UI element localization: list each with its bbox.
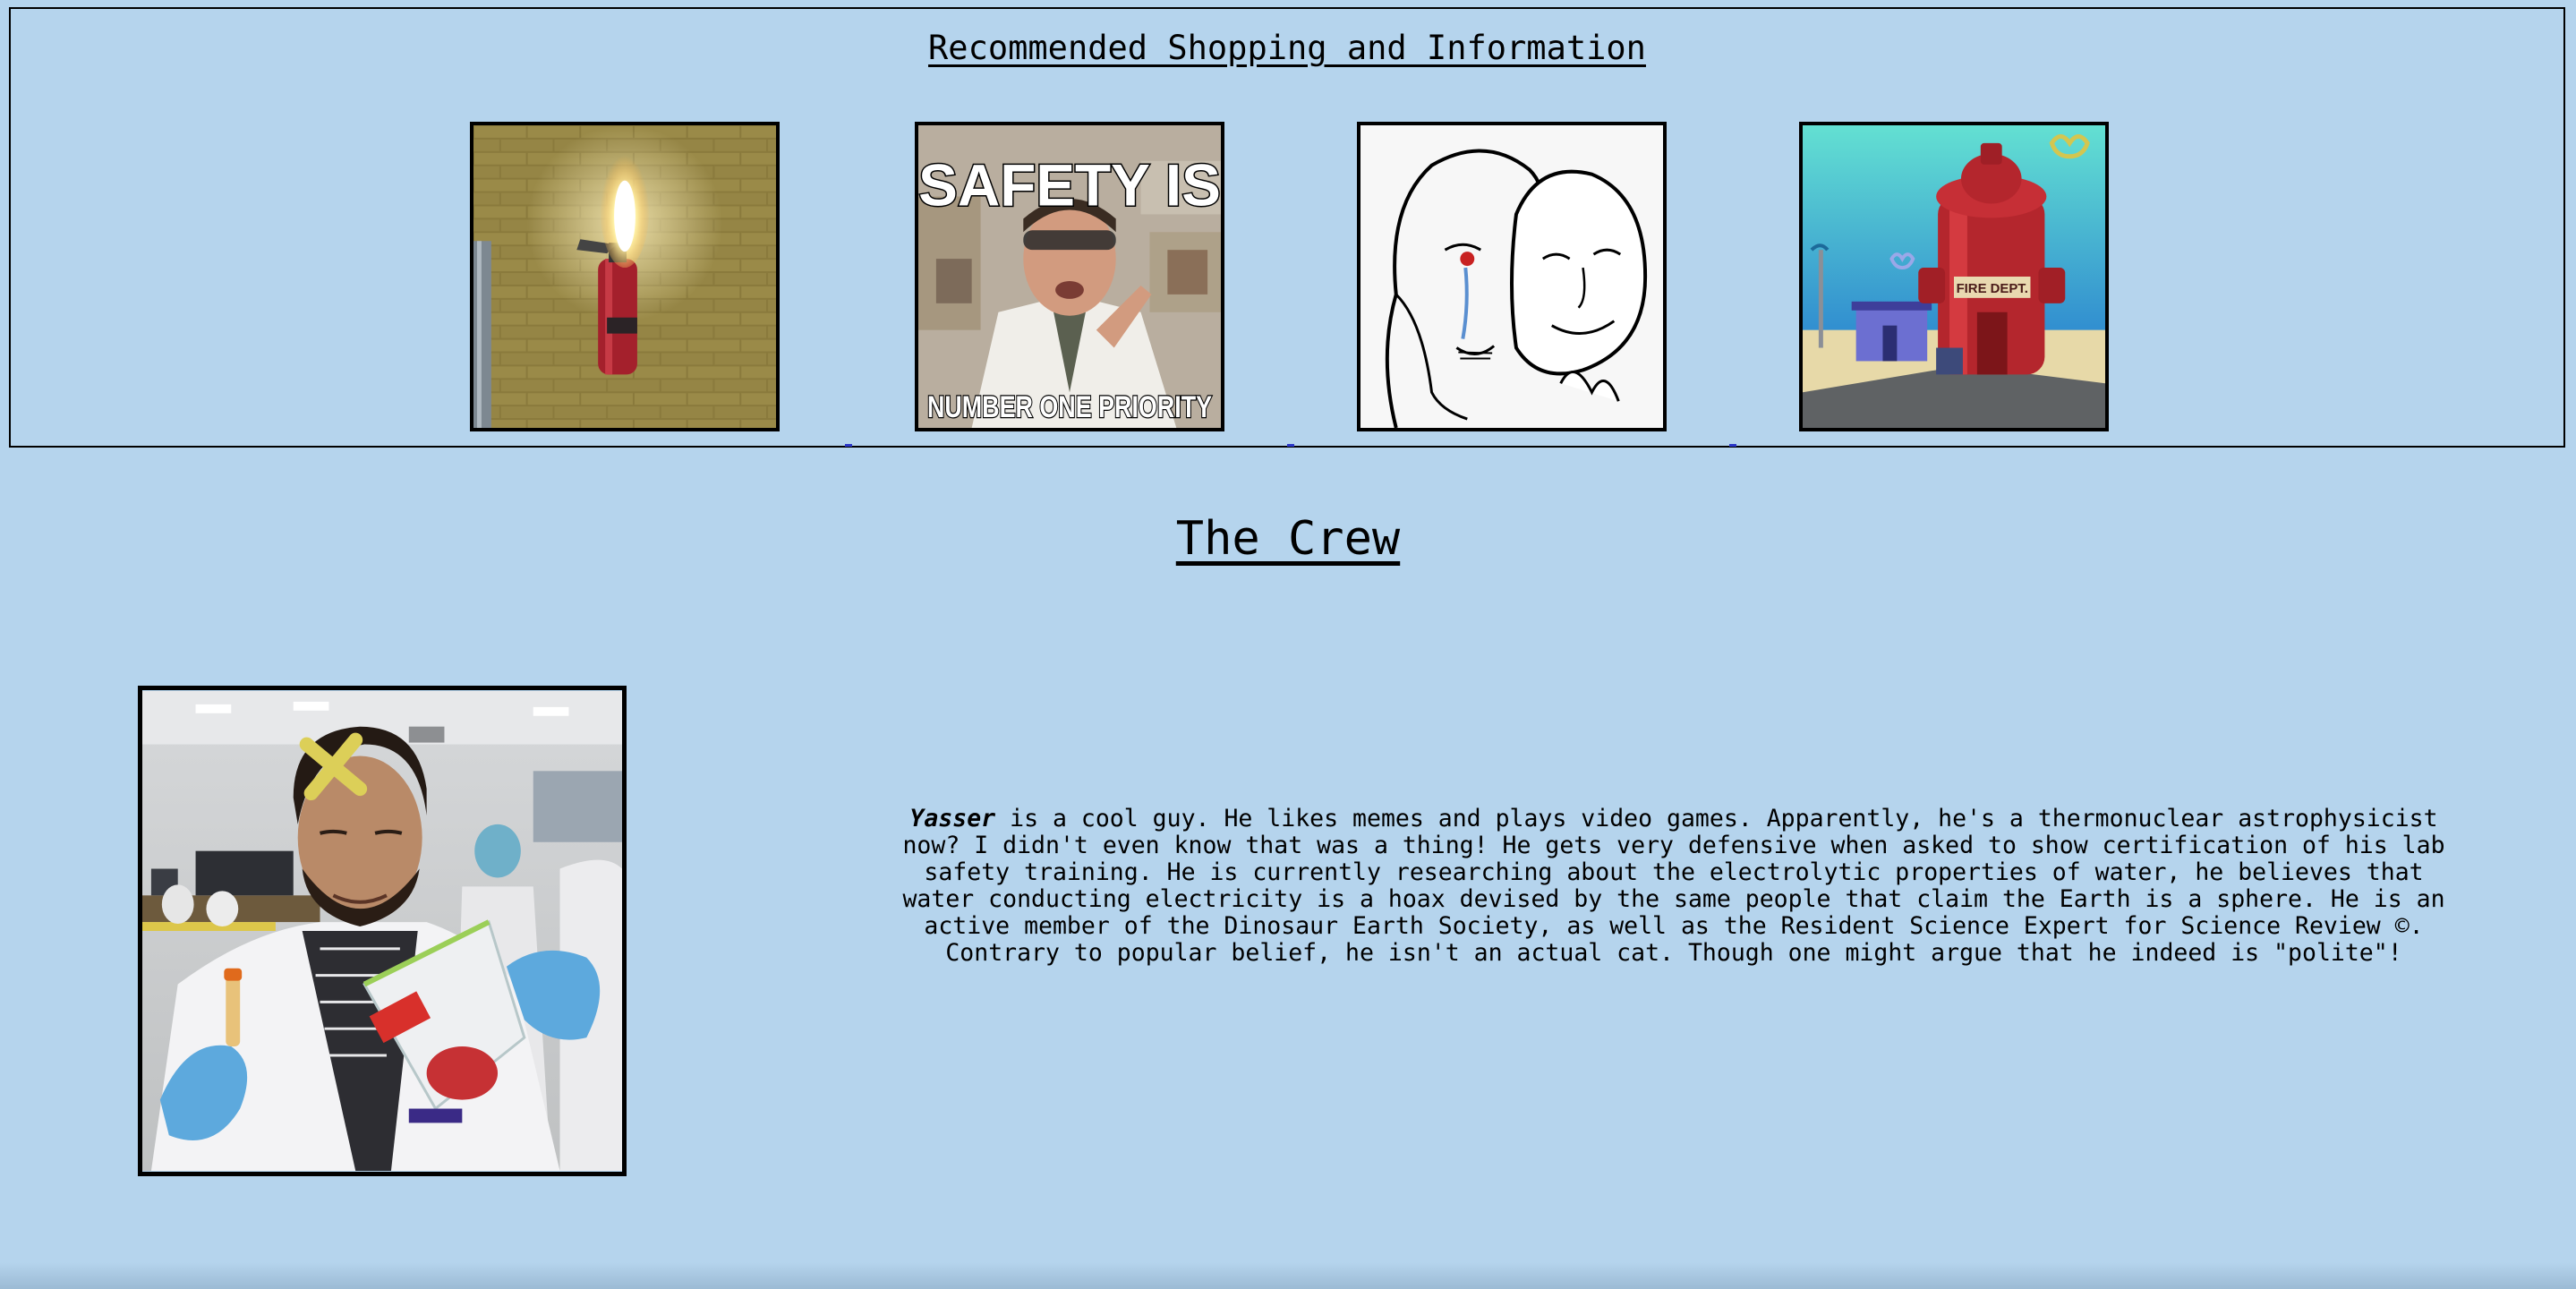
burning-fire-extinguisher-image	[473, 125, 776, 428]
shop-section-title: Recommended Shopping and Information	[928, 29, 1646, 67]
safety-meme-image: SAFETY IS NUMBER ONE PRIORITY	[918, 125, 1221, 428]
image-link-underline-3[interactable]	[1729, 444, 1736, 447]
shop-item-link-2[interactable]: SAFETY IS NUMBER ONE PRIORITY	[915, 122, 1224, 431]
fire-dept-sign: FIRE DEPT.	[1957, 282, 2028, 296]
meme-caption-bottom: NUMBER ONE PRIORITY	[927, 390, 1212, 424]
page-bottom-shadow	[0, 1262, 2576, 1289]
crew-member-name: Yasser	[909, 805, 996, 832]
image-link-underline-2[interactable]	[1287, 444, 1294, 447]
crew-section-title: The Crew	[1175, 512, 1401, 566]
recommended-shopping-section: Recommended Shopping and Information SAF…	[9, 7, 2565, 448]
image-link-underline-1[interactable]	[845, 444, 852, 447]
crew-member-photo	[138, 686, 627, 1176]
shop-item-link-4[interactable]: FIRE DEPT.	[1799, 122, 2109, 431]
meme-caption-top: SAFETY IS	[918, 152, 1221, 218]
crew-member-bio: Yasser is a cool guy. He likes memes and…	[900, 806, 2448, 967]
fire-hydrant-building-image: FIRE DEPT.	[1803, 125, 2105, 428]
wojak-mask-meme-image	[1361, 125, 1663, 428]
shop-item-link-1[interactable]	[470, 122, 780, 431]
lab-member-portrait-image	[142, 691, 622, 1171]
crew-member-bio-text: is a cool guy. He likes memes and plays …	[902, 805, 2445, 967]
shop-item-link-3[interactable]	[1357, 122, 1667, 431]
